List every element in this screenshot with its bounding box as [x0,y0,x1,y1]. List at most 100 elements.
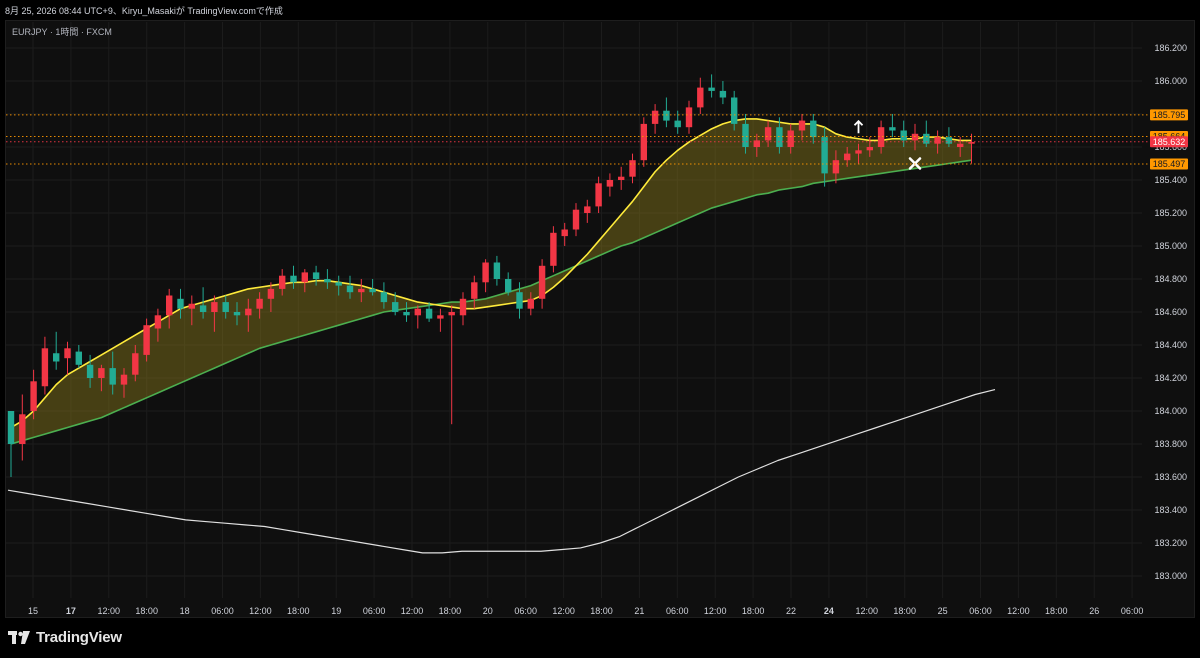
candle-body[interactable] [866,147,873,151]
candle-body[interactable] [312,272,320,279]
brand[interactable]: TradingView [8,629,122,646]
candle-body[interactable] [143,325,150,355]
candle[interactable] [505,272,512,296]
candle-body[interactable] [324,279,331,283]
candle[interactable] [64,341,71,375]
candle[interactable] [550,226,557,273]
candle-body[interactable] [776,127,783,147]
candle-body[interactable] [945,137,953,144]
candle[interactable] [606,173,614,197]
candle-body[interactable] [889,127,896,131]
candle-body[interactable] [392,302,399,312]
candle-body[interactable] [188,303,195,309]
candle-body[interactable] [132,353,139,375]
candle-body[interactable] [877,127,885,147]
candle-body[interactable] [448,312,455,316]
candle-body[interactable] [166,295,173,316]
candle-body[interactable] [459,298,467,316]
candle-body[interactable] [550,232,557,266]
candle-body[interactable] [120,374,128,385]
candle-body[interactable] [279,275,286,289]
candle[interactable] [618,166,625,190]
candle[interactable] [697,77,704,114]
candle-body[interactable] [437,315,444,319]
candle-body[interactable] [267,288,275,299]
candle-body[interactable] [471,282,478,299]
candle-body[interactable] [629,160,636,177]
candle-body[interactable] [346,285,354,293]
candle-body[interactable] [64,348,71,359]
candle[interactable] [459,292,467,326]
candle-body[interactable] [425,308,433,319]
price-tag[interactable]: 185.795 [1150,109,1188,121]
candle-body[interactable] [663,110,670,121]
candle-body[interactable] [832,160,840,174]
price-tag[interactable]: 185.632 [1150,136,1188,148]
candle-body[interactable] [572,209,580,230]
candle-body[interactable] [651,110,659,124]
candle-body[interactable] [358,288,365,293]
price-axis[interactable]: 186.200186.000185.800185.600185.400185.2… [1150,43,1188,581]
candle-body[interactable] [482,262,489,283]
candle[interactable] [708,74,715,98]
symbol-label[interactable]: EURJPY · 1時間 · FXCM [12,25,112,38]
candle-body[interactable] [19,414,26,444]
candle-body[interactable] [911,133,919,141]
candle-body[interactable] [233,312,241,316]
candle-body[interactable] [584,206,591,213]
candle-body[interactable] [177,298,184,309]
candle-body[interactable] [855,150,862,154]
candle[interactable] [561,222,568,246]
candle[interactable] [538,259,546,309]
candle[interactable] [53,331,60,370]
candle-body[interactable] [380,292,388,303]
candle-body[interactable] [403,312,410,316]
candle-body[interactable] [301,272,308,283]
candle[interactable] [663,97,670,128]
candle-body[interactable] [53,353,60,362]
candle-body[interactable] [595,183,602,207]
candle-body[interactable] [934,137,941,144]
candle[interactable] [685,100,693,134]
candle-body[interactable] [86,364,94,378]
candle-body[interactable] [290,275,297,283]
candle-body[interactable] [335,282,342,286]
candle-body[interactable] [742,123,749,147]
candle-body[interactable] [968,142,975,144]
candle[interactable] [572,203,580,237]
candle-body[interactable] [821,137,828,174]
candle-body[interactable] [618,176,625,180]
candle[interactable] [719,81,727,105]
candle-body[interactable] [256,298,263,309]
candle[interactable] [923,120,930,147]
candle[interactable] [889,114,896,138]
candle[interactable] [75,345,82,369]
price-chart[interactable]: 186.200186.000185.800185.600185.400185.2… [0,0,1200,658]
candle-body[interactable] [199,305,207,312]
candle-body[interactable] [708,87,715,91]
candle-body[interactable] [41,348,49,387]
candle-body[interactable] [245,308,252,316]
price-tag[interactable]: 185.497 [1150,158,1188,170]
candle-body[interactable] [606,180,614,187]
candle-body[interactable] [211,302,218,312]
candle-body[interactable] [957,143,964,147]
candle-body[interactable] [109,368,116,385]
candle-body[interactable] [369,288,376,293]
time-axis[interactable]: 15 17 12:00 18:00 18 06:00 12:00 18:00 19 06:00 12… [28,606,1143,616]
candle-body[interactable] [30,381,37,411]
candle-body[interactable] [787,130,794,148]
candle-body[interactable] [505,279,512,293]
candle-body[interactable] [810,120,817,138]
candle-body[interactable] [527,298,534,309]
candle-body[interactable] [7,411,15,444]
candle[interactable] [414,305,421,329]
candle-body[interactable] [900,130,907,141]
candle-body[interactable] [697,87,704,108]
candle[interactable] [493,255,501,286]
candle-body[interactable] [731,97,738,124]
candle-body[interactable] [222,302,229,312]
candle-body[interactable] [561,229,568,237]
candle-body[interactable] [75,351,82,365]
candle[interactable] [651,104,659,134]
